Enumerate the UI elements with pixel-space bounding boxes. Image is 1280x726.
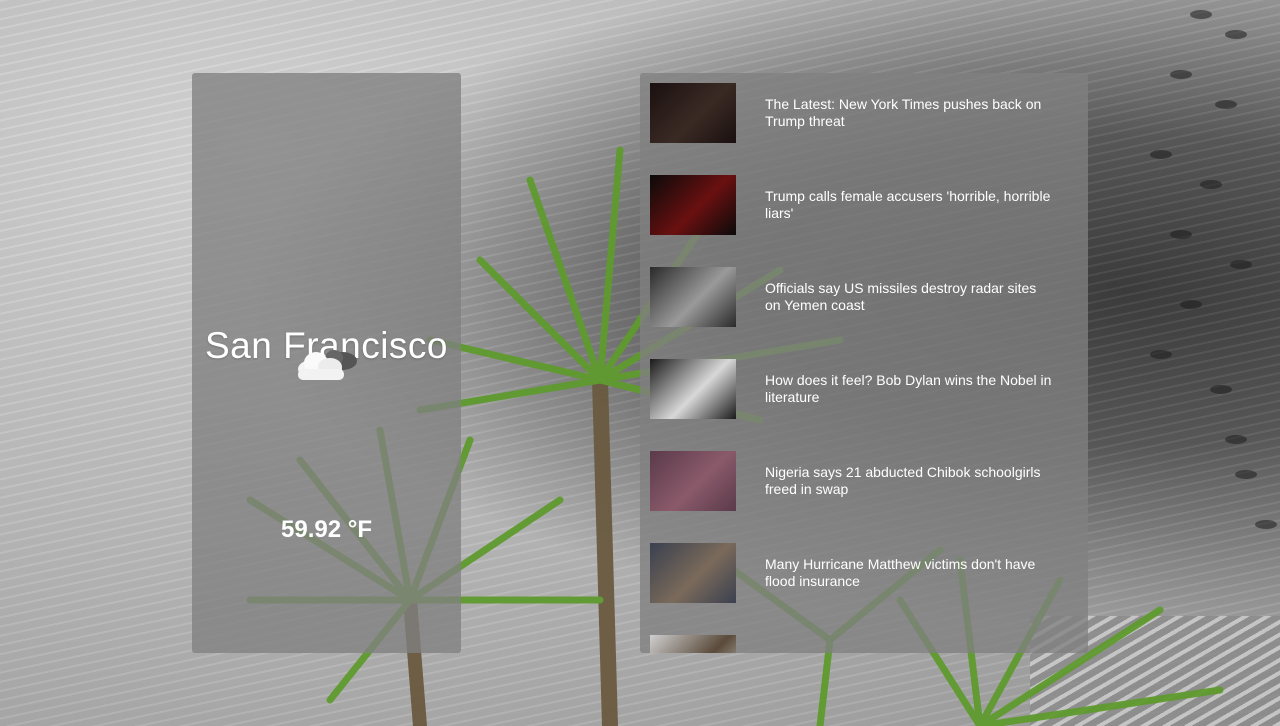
news-thumbnail[interactable] — [650, 359, 736, 419]
temperature: 59.92 °F — [281, 516, 372, 543]
news-headline[interactable]: How does it feel? Bob Dylan wins the Nob… — [765, 372, 1055, 406]
news-item[interactable]: The Latest: New York Times pushes back o… — [650, 83, 1070, 143]
news-headline[interactable]: The Latest: New York Times pushes back o… — [765, 96, 1055, 130]
news-item[interactable] — [650, 635, 1070, 653]
news-thumbnail[interactable] — [650, 267, 736, 327]
news-item[interactable]: Nigeria says 21 abducted Chibok schoolgi… — [650, 451, 1070, 511]
news-thumbnail[interactable] — [650, 83, 736, 143]
news-panel: The Latest: New York Times pushes back o… — [640, 73, 1088, 653]
news-headline[interactable]: Nigeria says 21 abducted Chibok schoolgi… — [765, 464, 1055, 498]
news-headline[interactable]: Officials say US missiles destroy radar … — [765, 280, 1055, 314]
news-headline[interactable]: Many Hurricane Matthew victims don't hav… — [765, 556, 1055, 590]
news-item[interactable]: How does it feel? Bob Dylan wins the Nob… — [650, 359, 1070, 419]
news-thumbnail[interactable] — [650, 451, 736, 511]
news-item[interactable]: Many Hurricane Matthew victims don't hav… — [650, 543, 1070, 603]
news-thumbnail[interactable] — [650, 635, 736, 653]
partly-cloudy-icon — [298, 350, 357, 380]
news-item[interactable]: Officials say US missiles destroy radar … — [650, 267, 1070, 327]
news-thumbnail[interactable] — [650, 543, 736, 603]
news-item[interactable]: Trump calls female accusers 'horrible, h… — [650, 175, 1070, 235]
news-headline[interactable]: Trump calls female accusers 'horrible, h… — [765, 188, 1055, 222]
news-thumbnail[interactable] — [650, 175, 736, 235]
